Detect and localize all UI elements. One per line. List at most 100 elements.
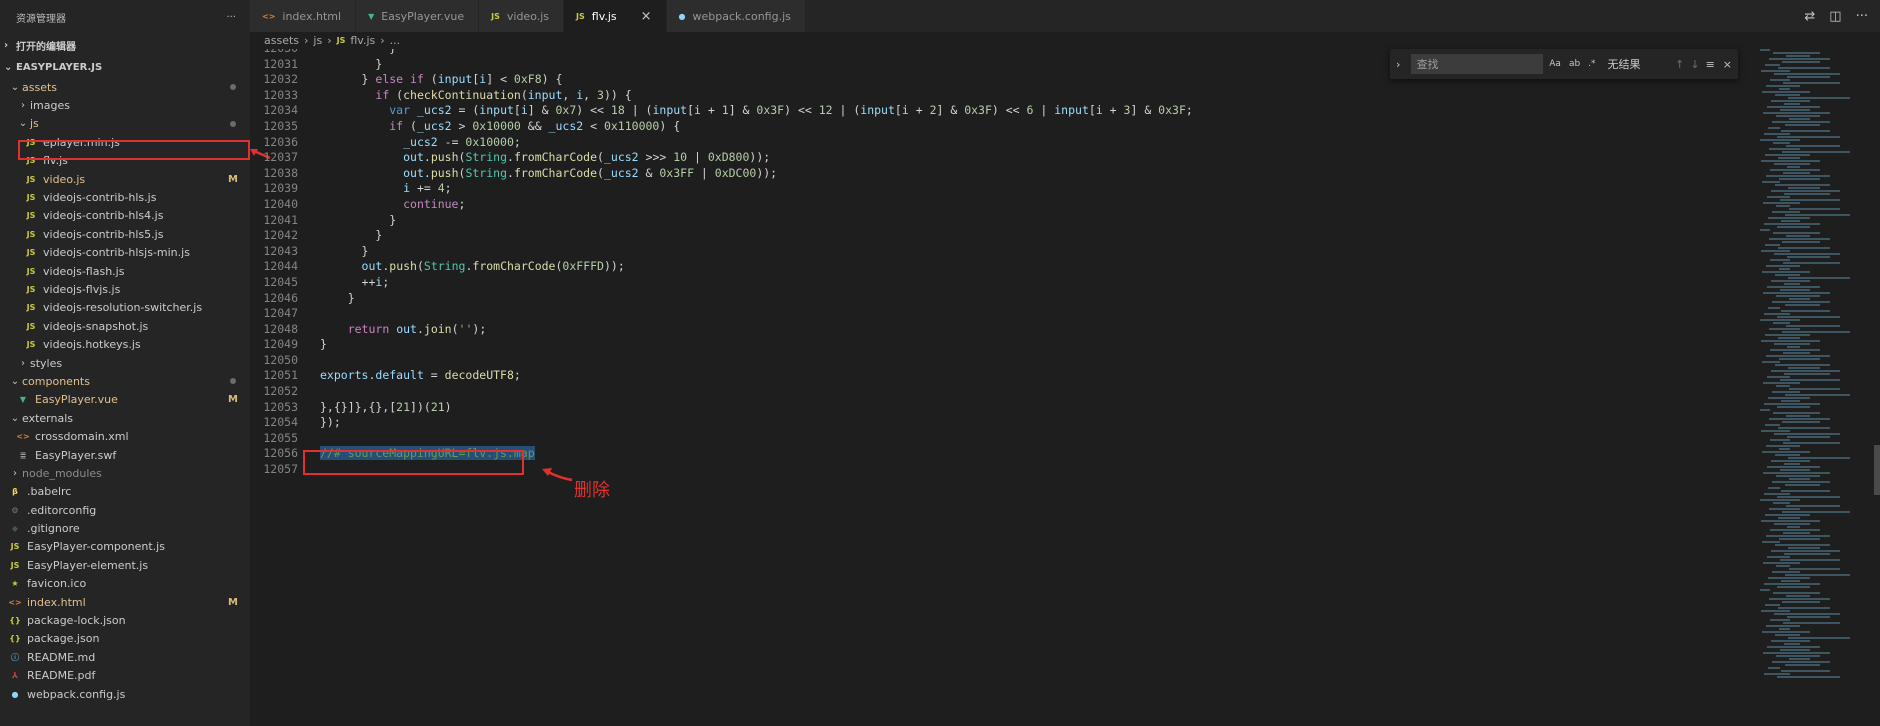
breadcrumb-item[interactable]: js bbox=[313, 34, 322, 47]
minimap-line bbox=[1777, 586, 1810, 588]
arrow-up-icon[interactable]: ↑ bbox=[1675, 58, 1684, 71]
tree-file[interactable]: ◆ .gitignore bbox=[0, 519, 250, 537]
tree-file[interactable]: ▼ EasyPlayer.vue M bbox=[0, 391, 250, 409]
git-status-badge: M bbox=[228, 596, 238, 608]
minimap-line bbox=[1783, 262, 1840, 264]
chevron-down-icon: ⌄ bbox=[10, 81, 20, 93]
tree-file[interactable]: ⚙ .editorconfig bbox=[0, 501, 250, 519]
minimap-line bbox=[1777, 226, 1810, 228]
line-number: 12042 bbox=[263, 228, 298, 243]
tree-file[interactable]: ● webpack.config.js bbox=[0, 685, 250, 703]
compare-changes-icon[interactable]: ⇄ bbox=[1804, 9, 1815, 24]
minimap-line bbox=[1777, 406, 1810, 408]
minimap-line bbox=[1774, 253, 1840, 255]
close-icon[interactable]: × bbox=[1723, 58, 1732, 71]
line-number: 12057 bbox=[263, 462, 298, 477]
line-number: 12055 bbox=[263, 430, 298, 445]
tree-file[interactable]: JS videojs-resolution-switcher.js bbox=[0, 299, 250, 317]
minimap-line bbox=[1786, 505, 1840, 507]
code-editor[interactable]: 12030 } 12031 } 12032 } else if (input[i… bbox=[250, 49, 1760, 726]
minimap-line bbox=[1772, 301, 1830, 303]
tree-file[interactable]: JS videojs-flvjs.js bbox=[0, 280, 250, 298]
tree-file[interactable]: JS videojs-contrib-hls4.js bbox=[0, 207, 250, 225]
minimap-line bbox=[1775, 94, 1800, 96]
toggle-replace-icon[interactable]: › bbox=[1396, 58, 1407, 71]
match-word-icon[interactable]: ab bbox=[1569, 59, 1580, 69]
tree-folder[interactable]: › images bbox=[0, 96, 250, 114]
breadcrumb-item[interactable]: flv.js bbox=[350, 34, 375, 47]
tab-video-js[interactable]: JS video.js bbox=[479, 0, 565, 32]
tree-file[interactable]: JS videojs-contrib-hls.js bbox=[0, 188, 250, 206]
open-editors-section[interactable]: › 打开的编辑器 bbox=[0, 34, 250, 56]
line-number: 12049 bbox=[263, 337, 298, 352]
minimap-line bbox=[1763, 652, 1830, 654]
tree-file[interactable]: JS EasyPlayer-component.js bbox=[0, 538, 250, 556]
minimap-line bbox=[1779, 88, 1790, 90]
breadcrumb-item[interactable]: ... bbox=[390, 34, 401, 47]
tree-file[interactable]: JS videojs-contrib-hlsjs-min.js bbox=[0, 244, 250, 262]
project-section[interactable]: ⌄ EASYPLAYER.JS bbox=[0, 56, 250, 78]
code-line: 12052 bbox=[250, 384, 1760, 400]
minimap-line bbox=[1789, 118, 1810, 120]
scrollbar-thumb[interactable] bbox=[1874, 445, 1880, 495]
minimap-line bbox=[1778, 157, 1800, 159]
minimap-line bbox=[1760, 409, 1770, 411]
tree-folder[interactable]: ⌄ js bbox=[0, 115, 250, 133]
tree-file[interactable]: JS video.js M bbox=[0, 170, 250, 188]
minimap-line bbox=[1766, 265, 1800, 267]
tab-easyplayer-vue[interactable]: ▼ EasyPlayer.vue bbox=[356, 0, 480, 32]
tree-folder[interactable]: ⌄ externals bbox=[0, 409, 250, 427]
minimap-line bbox=[1785, 214, 1850, 216]
tree-file[interactable]: <> crossdomain.xml bbox=[0, 427, 250, 445]
tree-file[interactable]: ★ favicon.ico bbox=[0, 575, 250, 593]
more-actions-icon[interactable]: ··· bbox=[1856, 9, 1868, 24]
tree-item-label: assets bbox=[22, 80, 58, 94]
tree-file[interactable]: ⅄ README.pdf bbox=[0, 667, 250, 685]
editor-actions: ⇄ ◫ ··· bbox=[1804, 0, 1868, 32]
tab-index-html[interactable]: <> index.html bbox=[250, 0, 357, 32]
chevron-down-icon: ⌄ bbox=[18, 118, 28, 130]
tree-folder[interactable]: ⌄ components bbox=[0, 372, 250, 390]
minimap-line bbox=[1778, 337, 1800, 339]
tree-file[interactable]: ⓘ README.md bbox=[0, 648, 250, 666]
minimap-line bbox=[1764, 313, 1790, 315]
split-editor-icon[interactable]: ◫ bbox=[1829, 9, 1841, 24]
minimap-line bbox=[1773, 412, 1820, 414]
tree-file[interactable]: JS videojs.hotkeys.js bbox=[0, 335, 250, 353]
find-in-selection-icon[interactable]: ≡ bbox=[1706, 58, 1715, 71]
arrow-down-icon[interactable]: ↓ bbox=[1690, 58, 1699, 71]
close-icon[interactable]: × bbox=[641, 9, 652, 24]
gear-icon: ⚙ bbox=[11, 505, 19, 515]
match-case-icon[interactable]: Aa bbox=[1549, 59, 1561, 69]
tree-file[interactable]: JS EasyPlayer-element.js bbox=[0, 556, 250, 574]
tab-webpack-config[interactable]: ● webpack.config.js bbox=[666, 0, 806, 32]
regex-icon[interactable]: .* bbox=[1588, 59, 1595, 69]
minimap-line bbox=[1772, 121, 1830, 123]
tree-file[interactable]: JS videojs-flash.js bbox=[0, 262, 250, 280]
find-input[interactable]: 查找 bbox=[1410, 54, 1544, 74]
tree-file[interactable]: β .babelrc bbox=[0, 483, 250, 501]
line-number: 12038 bbox=[263, 165, 298, 180]
tree-file[interactable]: JS videojs-contrib-hls5.js bbox=[0, 225, 250, 243]
tab-flv-js[interactable]: JS flv.js × bbox=[564, 0, 667, 32]
tree-folder[interactable]: ⌄ assets bbox=[0, 78, 250, 96]
tree-folder[interactable]: › node_modules bbox=[0, 464, 250, 482]
line-number: 12031 bbox=[263, 56, 298, 71]
code-line: 12050 bbox=[250, 353, 1760, 369]
minimap[interactable] bbox=[1760, 49, 1874, 726]
tree-file[interactable]: {} package-lock.json bbox=[0, 611, 250, 629]
tree-folder[interactable]: › styles bbox=[0, 354, 250, 372]
tree-file[interactable]: JS videojs-snapshot.js bbox=[0, 317, 250, 335]
code-line: 12048 return out.join(''); bbox=[250, 322, 1760, 338]
breadcrumb-item[interactable]: assets bbox=[264, 34, 299, 47]
minimap-line bbox=[1788, 367, 1820, 369]
minimap-line bbox=[1765, 604, 1780, 606]
git-status-badge: M bbox=[228, 394, 238, 406]
tree-file[interactable]: ≣ EasyPlayer.swf bbox=[0, 446, 250, 464]
file-tree: ⌄ assets › images ⌄ js JS eplayer.min.js JS flv.j… bbox=[0, 78, 250, 703]
chevron-right-icon: › bbox=[21, 357, 25, 369]
ellipsis-icon[interactable]: ··· bbox=[226, 12, 236, 23]
tree-file[interactable]: {} package.json bbox=[0, 630, 250, 648]
tree-file[interactable]: <> index.html M bbox=[0, 593, 250, 611]
minimap-line bbox=[1763, 292, 1830, 294]
